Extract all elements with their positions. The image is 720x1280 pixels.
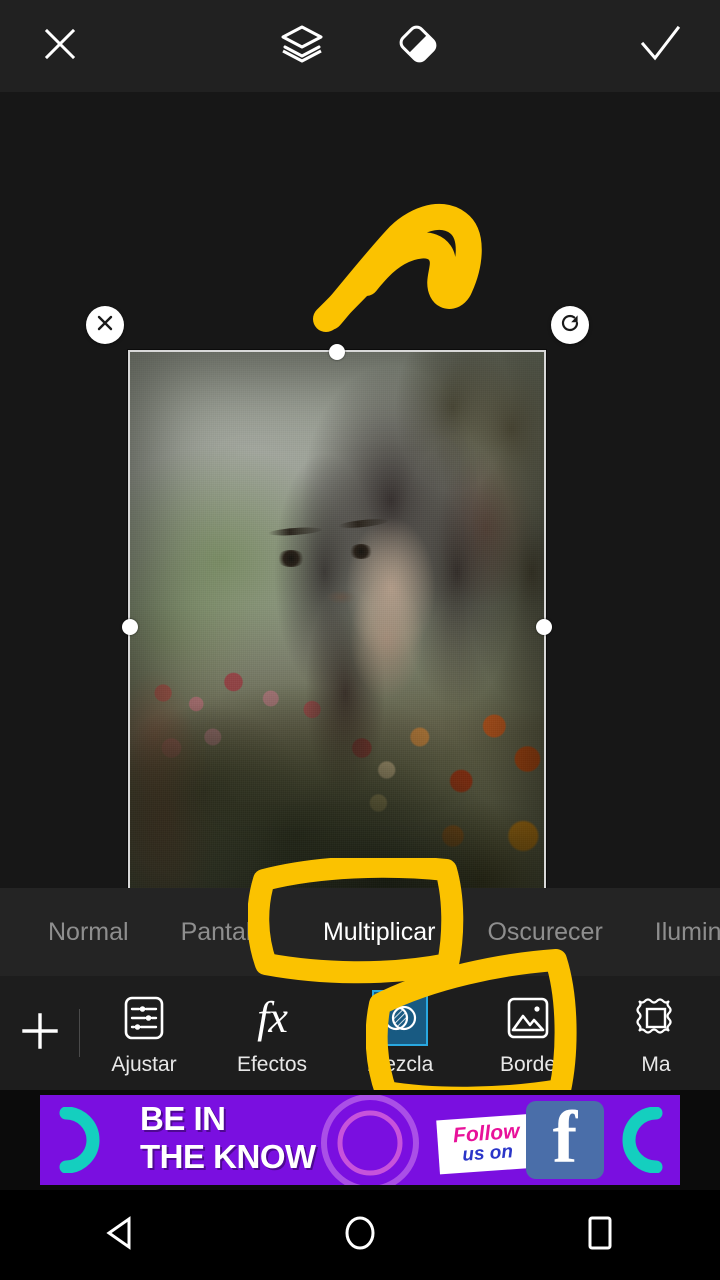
ad-headline-line2: THE KNOW bbox=[140, 1138, 316, 1175]
screen-root: Normal Pantalla Multiplicar Oscurecer Il… bbox=[0, 0, 720, 1280]
back-button[interactable] bbox=[65, 1190, 175, 1280]
blend-mode-multiplicar[interactable]: Multiplicar bbox=[297, 918, 462, 947]
ad-banner-container[interactable]: BE IN THE KNOW Follow us on f bbox=[0, 1090, 720, 1190]
tool-mascara[interactable]: Ma bbox=[592, 976, 720, 1090]
check-icon bbox=[636, 20, 684, 73]
tool-efectos[interactable]: fx Efectos bbox=[208, 976, 336, 1090]
layer-rotate-handle[interactable] bbox=[551, 306, 589, 344]
layers-icon bbox=[278, 20, 326, 73]
recents-button[interactable] bbox=[545, 1190, 655, 1280]
eraser-button[interactable] bbox=[372, 0, 464, 92]
fx-glyph: fx bbox=[257, 992, 288, 1042]
android-navigation-bar bbox=[0, 1190, 720, 1280]
selected-layer-frame[interactable] bbox=[122, 344, 552, 888]
tool-ajustar[interactable]: Ajustar bbox=[80, 976, 208, 1090]
rotate-icon bbox=[559, 312, 581, 339]
ad-headline: BE IN THE KNOW bbox=[140, 1100, 316, 1176]
home-circle-icon bbox=[342, 1214, 378, 1257]
blend-mode-pantalla[interactable]: Pantalla bbox=[155, 918, 297, 947]
arrow-annotation bbox=[300, 187, 500, 337]
home-button[interactable] bbox=[305, 1190, 415, 1280]
close-button[interactable] bbox=[14, 0, 106, 92]
confirm-button[interactable] bbox=[614, 0, 706, 92]
tool-label: Efectos bbox=[236, 1052, 308, 1076]
add-layer-button[interactable] bbox=[0, 1007, 79, 1060]
blend-mode-iluminar[interactable]: Iluminar bbox=[629, 918, 720, 947]
layers-button[interactable] bbox=[256, 0, 348, 92]
ad-banner[interactable]: BE IN THE KNOW Follow us on f bbox=[40, 1095, 680, 1185]
ad-arc-right-icon bbox=[610, 1106, 670, 1178]
recents-square-icon bbox=[583, 1214, 617, 1257]
tool-borde[interactable]: Borde bbox=[464, 976, 592, 1090]
sliders-icon bbox=[116, 990, 172, 1046]
ad-ring-decoration bbox=[295, 1095, 445, 1185]
layer-photo[interactable] bbox=[130, 352, 544, 888]
plus-icon bbox=[16, 1007, 64, 1060]
tool-mezcla[interactable]: Mezcla bbox=[336, 976, 464, 1090]
blend-mode-normal[interactable]: Normal bbox=[22, 918, 155, 947]
layer-close-handle[interactable] bbox=[86, 306, 124, 344]
eraser-icon bbox=[392, 18, 444, 75]
tool-label: Borde bbox=[499, 1052, 557, 1076]
handle-top-center[interactable] bbox=[329, 344, 345, 360]
facebook-icon: f bbox=[526, 1101, 604, 1179]
tool-row[interactable]: Ajustar fx Efectos Mezcla Borde Ma bbox=[0, 976, 720, 1090]
top-toolbar bbox=[0, 0, 720, 92]
handle-middle-right[interactable] bbox=[536, 619, 552, 635]
fx-icon: fx bbox=[244, 990, 300, 1046]
blend-mode-row[interactable]: Normal Pantalla Multiplicar Oscurecer Il… bbox=[0, 888, 720, 976]
blend-mode-oscurecer[interactable]: Oscurecer bbox=[461, 918, 628, 947]
back-triangle-icon bbox=[103, 1215, 137, 1256]
close-icon bbox=[95, 313, 115, 338]
ad-arc-left-icon bbox=[54, 1106, 114, 1178]
blend-circles-icon bbox=[372, 989, 428, 1046]
ad-headline-line1: BE IN bbox=[140, 1100, 226, 1137]
close-icon bbox=[38, 22, 82, 71]
editor-canvas[interactable] bbox=[0, 92, 720, 888]
ad-follow-line2: us on bbox=[461, 1141, 514, 1166]
frame-mask-icon bbox=[628, 990, 684, 1046]
photo-vignette-layer bbox=[130, 352, 544, 888]
ad-follow-badge: Follow us on bbox=[436, 1113, 538, 1175]
tool-label: Ajustar bbox=[111, 1052, 177, 1076]
handle-middle-left[interactable] bbox=[122, 619, 138, 635]
image-icon bbox=[500, 990, 556, 1046]
tool-label: Ma bbox=[641, 1052, 671, 1076]
tool-label: Mezcla bbox=[366, 1052, 434, 1076]
